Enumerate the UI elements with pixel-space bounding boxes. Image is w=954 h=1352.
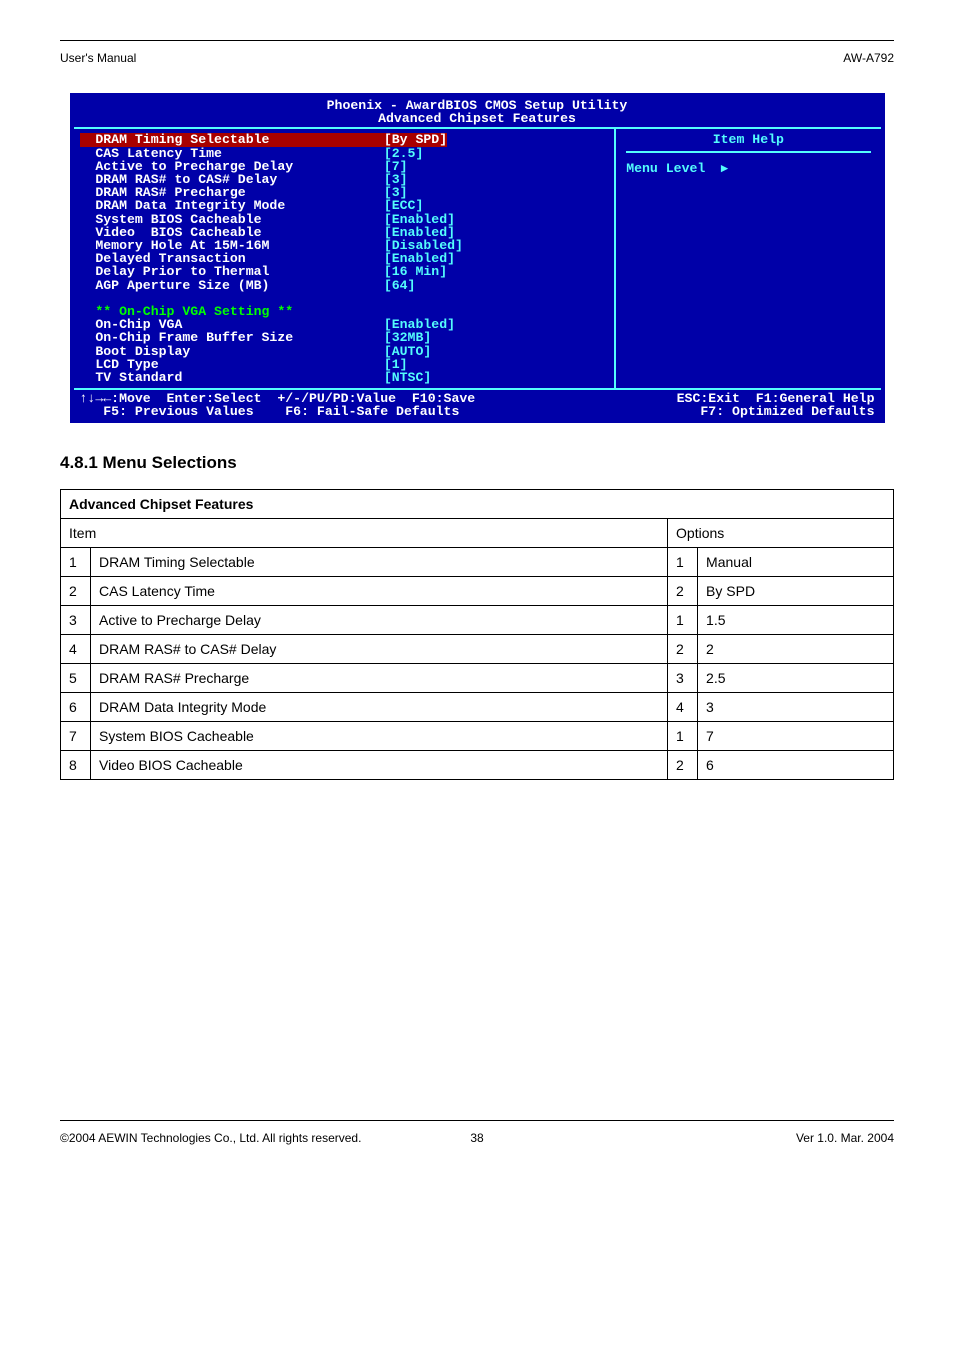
bios-screenshot: Phoenix - AwardBIOS CMOS Setup Utility A… [70,93,885,423]
setting-agp-aperture-size[interactable]: AGP Aperture Size (MB)[64] [80,279,605,292]
bios-footer-2: F5: Previous Values F6: Fail-Safe Defaul… [74,405,881,418]
help-title: Item Help [626,133,870,152]
bios-help-panel: Item Help Menu Level ▸ [614,129,880,388]
footer2-right: F7: Optimized Defaults [700,405,874,418]
bios-settings-panel: DRAM Timing Selectable[By SPD] CAS Laten… [74,129,615,388]
footer-page-number: 38 [470,1131,483,1145]
footer-version: Ver 1.0. Mar. 2004 [796,1131,894,1145]
table-row: 4 DRAM RAS# to CAS# Delay 2 2 [61,634,894,663]
table-row: 7 System BIOS Cacheable 1 7 [61,721,894,750]
header-left: User's Manual [60,51,136,65]
menu-arrow-icon: ▸ [721,160,728,175]
help-menu-level: Menu Level ▸ [626,161,870,175]
bios-footer-1: ↑↓→←:Move Enter:Select +/-/PU/PD:Value F… [74,388,881,405]
group-title: Advanced Chipset Features [61,489,894,518]
col-options: Options [668,518,894,547]
table-row: 6 DRAM Data Integrity Mode 4 3 [61,692,894,721]
footer2-left: F5: Previous Values F6: Fail-Safe Defaul… [103,404,459,419]
table-row: 2 CAS Latency Time 2 By SPD [61,576,894,605]
table-row: 1 DRAM Timing Selectable 1 Manual [61,547,894,576]
section-heading: 4.8.1 Menu Selections [60,453,894,473]
table-head-row: Item Options [61,518,894,547]
footer-copyright: ©2004 AEWIN Technologies Co., Ltd. All r… [60,1131,361,1145]
col-item: Item [61,518,668,547]
table-row: 5 DRAM RAS# Precharge 3 2.5 [61,663,894,692]
table-group-row: Advanced Chipset Features [61,489,894,518]
page-header: User's Manual AW-A792 [60,51,894,65]
setting-tv-standard[interactable]: TV Standard[NTSC] [80,371,605,384]
bios-title: Phoenix - AwardBIOS CMOS Setup Utility A… [74,97,881,127]
header-right: AW-A792 [843,51,894,65]
page-footer: ©2004 AEWIN Technologies Co., Ltd. All r… [60,1120,894,1145]
table-row: 3 Active to Precharge Delay 1 1.5 [61,605,894,634]
menu-selections-table: Advanced Chipset Features Item Options 1… [60,489,894,780]
bios-title-2: Advanced Chipset Features [74,112,881,125]
table-row: 8 Video BIOS Cacheable 2 6 [61,750,894,779]
